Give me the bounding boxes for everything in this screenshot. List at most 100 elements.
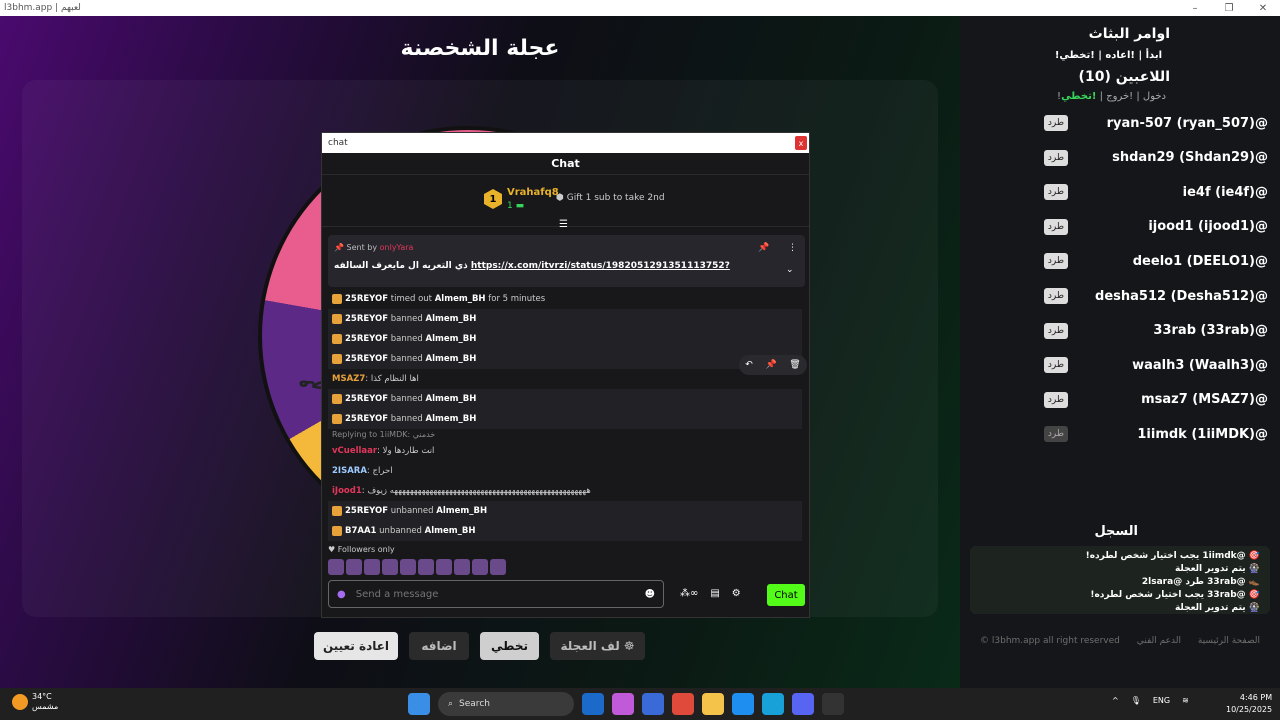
target-user[interactable]: Almem_BH xyxy=(426,334,477,344)
skip-button[interactable]: تخطي xyxy=(480,632,539,660)
emoji-icon[interactable]: ☻ xyxy=(645,589,655,600)
pinned-user[interactable]: onlyYara xyxy=(380,243,414,252)
moderator-name[interactable]: 25REYOF xyxy=(345,334,388,344)
avatar[interactable] xyxy=(490,559,506,575)
weather-widget[interactable]: 34°C مشمس xyxy=(12,692,58,712)
chat-text: انت طاردها ولا xyxy=(382,446,435,456)
points-icon[interactable]: ⁂∞ xyxy=(680,588,698,599)
player-row: طرد shdan29 (Shdan29)@ xyxy=(1044,148,1268,168)
kick-button[interactable]: طرد xyxy=(1044,391,1068,408)
folder-icon[interactable] xyxy=(702,693,724,715)
microphone-icon[interactable]: 🎙 xyxy=(1131,696,1141,705)
pinned-link[interactable]: https://x.com/itvrzi/status/198205129135… xyxy=(471,261,730,271)
chevron-down-icon[interactable]: ⌄ xyxy=(786,265,794,275)
chat-input[interactable] xyxy=(355,588,645,600)
copilot-icon[interactable] xyxy=(612,693,634,715)
outlook-icon[interactable] xyxy=(582,693,604,715)
avatar[interactable] xyxy=(364,559,380,575)
avatar[interactable] xyxy=(418,559,434,575)
target-user[interactable]: Almem_BH xyxy=(425,526,476,536)
chat-username[interactable]: 2ISARA xyxy=(332,466,367,476)
unpin-icon[interactable]: 📌 xyxy=(758,243,769,253)
avatar[interactable] xyxy=(346,559,362,575)
wifi-icon[interactable]: ≋ xyxy=(1182,696,1189,705)
player-row: طرد 1iimdk (1iiMDK)@ xyxy=(1044,424,1268,444)
player-name: shdan29 (Shdan29)@ xyxy=(1112,150,1268,166)
clock[interactable]: 4:46 PM 10/25/2025 xyxy=(1226,692,1272,716)
kick-button[interactable]: طرد xyxy=(1044,149,1068,166)
log-entry: 🎡 يتم تدوير العجلة xyxy=(1174,603,1260,613)
discord-icon[interactable] xyxy=(792,693,814,715)
target-user[interactable]: Almem_BH xyxy=(435,294,486,304)
minimize-icon[interactable]: – xyxy=(1178,3,1212,14)
edge-icon[interactable] xyxy=(762,693,784,715)
avatar[interactable] xyxy=(382,559,398,575)
footer-home-link[interactable]: الصفحة الرئيسية xyxy=(1198,636,1260,646)
kick-button[interactable]: طرد xyxy=(1044,253,1068,270)
reply-icon[interactable]: ↶ xyxy=(745,360,753,370)
chat-close-button[interactable]: x xyxy=(795,136,807,150)
gear-icon[interactable]: ⚙ xyxy=(732,588,741,599)
kick-button[interactable]: طرد xyxy=(1044,184,1068,201)
target-user[interactable]: Almem_BH xyxy=(426,354,477,364)
target-user[interactable]: Almem_BH xyxy=(426,314,477,324)
moderator-name[interactable]: 25REYOF xyxy=(345,414,388,424)
kick-button[interactable]: طرد xyxy=(1044,115,1068,131)
windows-start-icon[interactable] xyxy=(408,693,430,715)
gift-promo[interactable]: ⬢ Gift 1 sub to take 2nd xyxy=(556,193,665,203)
chat-username[interactable]: vCuellaar xyxy=(332,446,377,456)
collapse-menu-icon[interactable]: ☰ xyxy=(559,219,568,230)
leader-name[interactable]: Vrahafq8 xyxy=(507,187,559,198)
moderator-name[interactable]: 25REYOF xyxy=(345,394,388,404)
app-icon[interactable] xyxy=(732,693,754,715)
target-user[interactable]: Almem_BH xyxy=(436,506,487,516)
kick-button[interactable]: طرد xyxy=(1044,357,1068,374)
avatar[interactable] xyxy=(472,559,488,575)
mod-action-suffix: for 5 minutes xyxy=(488,294,546,304)
browser-titlebar: l3bhm.app | لعبهم – ❐ ✕ xyxy=(0,0,1280,16)
delete-icon[interactable]: 🗑 xyxy=(789,360,800,370)
browser-title: l3bhm.app | لعبهم xyxy=(4,3,81,13)
add-button[interactable]: اضافه xyxy=(409,632,469,660)
language-indicator[interactable]: ENG xyxy=(1153,696,1170,705)
spin-wheel-button[interactable]: لف العجلة ☸ xyxy=(550,632,645,660)
taskbar-search[interactable]: ⌕ Search xyxy=(438,692,574,716)
kick-button[interactable]: طرد xyxy=(1044,426,1068,443)
target-user[interactable]: Almem_BH xyxy=(426,394,477,404)
shield-icon[interactable] xyxy=(642,693,664,715)
target-user[interactable]: Almem_BH xyxy=(426,414,477,424)
mod-action: banned xyxy=(390,394,423,404)
avatar[interactable] xyxy=(400,559,416,575)
moderator-name[interactable]: B7AA1 xyxy=(345,526,376,536)
moderator-name[interactable]: 25REYOF xyxy=(345,506,388,516)
pin-icon[interactable]: 📌 xyxy=(765,360,776,370)
chat-username[interactable]: MSAZ7 xyxy=(332,374,365,384)
page-title: عجلة الشخصنة xyxy=(400,36,560,61)
store-app-icon[interactable] xyxy=(672,693,694,715)
store-icon[interactable]: ▤ xyxy=(710,588,719,599)
leader-count: 1 ▬ xyxy=(507,201,525,211)
obs-icon[interactable] xyxy=(822,693,844,715)
reset-button[interactable]: اعادة تعيين xyxy=(314,632,398,660)
more-options-icon[interactable]: ⋮ xyxy=(788,243,797,253)
kick-button[interactable]: طرد xyxy=(1044,218,1068,235)
avatar[interactable] xyxy=(454,559,470,575)
moderator-name[interactable]: 25REYOF xyxy=(345,354,388,364)
avatar[interactable] xyxy=(436,559,452,575)
wheel-controls: اعادة تعيين اضافه تخطي لف العجلة ☸ xyxy=(0,632,960,662)
maximize-icon[interactable]: ❐ xyxy=(1212,3,1246,14)
chat-username[interactable]: iJood1 xyxy=(332,486,362,496)
mod-action-icon xyxy=(332,353,342,364)
kick-button[interactable]: طرد xyxy=(1044,322,1068,339)
moderator-name[interactable]: 25REYOF xyxy=(345,294,388,304)
close-window-icon[interactable]: ✕ xyxy=(1246,3,1280,14)
footer-support-link[interactable]: الدعم الفني xyxy=(1137,636,1181,646)
player-name: ryan-507 (ryan_507)@ xyxy=(1106,115,1268,131)
chat-message: B7AA1 unbanned Almem_BH xyxy=(328,521,802,541)
moderator-name[interactable]: 25REYOF xyxy=(345,314,388,324)
mic-icon[interactable]: ● xyxy=(337,589,346,600)
kick-button[interactable]: طرد xyxy=(1044,288,1068,304)
chevron-up-icon[interactable]: ^ xyxy=(1112,696,1119,705)
avatar[interactable] xyxy=(328,559,344,575)
chat-send-button[interactable]: Chat xyxy=(767,584,805,606)
